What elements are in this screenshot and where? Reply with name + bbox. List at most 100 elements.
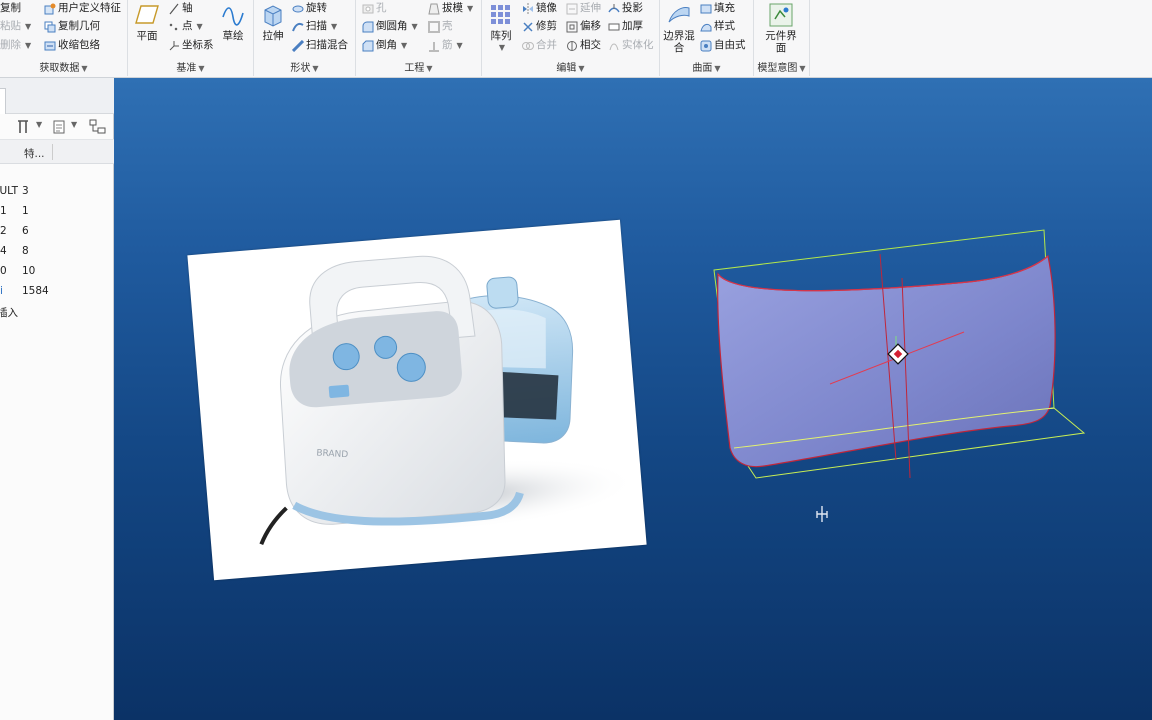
extrude-button[interactable]: 拉伸 xyxy=(256,2,290,42)
solidify-button[interactable]: 实体化 xyxy=(608,37,654,54)
rib-icon xyxy=(428,40,440,52)
group-label-datum[interactable]: 基准 ▼ xyxy=(128,59,253,74)
tree-row[interactable]: 48 xyxy=(0,242,114,262)
delete-label: 删除 xyxy=(0,39,21,51)
revolve-button[interactable]: 旋转 xyxy=(292,0,327,17)
extrude-icon xyxy=(260,2,286,28)
mirror-button[interactable]: 镜像 xyxy=(522,0,557,17)
group-label-engineering[interactable]: 工程 ▼ xyxy=(356,59,481,74)
chamfer-button[interactable]: 倒角 ▼ xyxy=(362,37,407,54)
copy-button[interactable]: 复制 xyxy=(0,0,21,17)
shrinkwrap-button[interactable]: 收缩包络 xyxy=(44,37,100,54)
thicken-label: 加厚 xyxy=(622,20,643,32)
copy-geometry-label: 复制几何 xyxy=(58,20,100,32)
sweep-button[interactable]: 扫描 ▼ xyxy=(292,18,337,35)
tree-row-value: 8 xyxy=(22,245,29,257)
coordinate-system-button[interactable]: 坐标系 xyxy=(168,37,214,54)
tree-row-name: DEFAULT xyxy=(0,185,18,197)
merge-button[interactable]: 合并 xyxy=(522,37,557,54)
plane-button[interactable]: 平面 xyxy=(130,2,164,42)
thicken-button[interactable]: 加厚 xyxy=(608,18,643,35)
surface-body[interactable] xyxy=(717,254,1056,468)
group-label-shapes[interactable]: 形状 ▼ xyxy=(254,59,355,74)
copy-geometry-button[interactable]: 复制几何 xyxy=(44,18,100,35)
brand-text: BRAND xyxy=(316,448,348,460)
trim-button[interactable]: 修剪 xyxy=(522,18,557,35)
chamfer-label: 倒角 xyxy=(376,39,397,51)
style-button[interactable]: 样式 xyxy=(700,18,735,35)
shell-button[interactable]: 壳 xyxy=(428,18,453,35)
tree-filter-icon[interactable] xyxy=(89,119,107,135)
tree-row[interactable]: i 1584 xyxy=(0,282,114,302)
round-button[interactable]: 倒圆角 ▼ xyxy=(362,18,418,35)
draft-label: 拔模 xyxy=(442,2,463,14)
freestyle-button[interactable]: 自由式 xyxy=(700,37,746,54)
trim-label: 修剪 xyxy=(536,20,557,32)
delete-button[interactable]: 删除 ▼ xyxy=(0,37,31,54)
fill-label: 填充 xyxy=(714,2,735,14)
extend-icon xyxy=(566,3,578,15)
chevron-down-icon[interactable]: ▼ xyxy=(71,120,77,129)
model-tree-panel: ▼ ▼ 特... DEFAULT3 11 26 48 010 i1584 插入 xyxy=(0,78,114,720)
offset-icon xyxy=(566,21,578,33)
tree-row[interactable]: 26 xyxy=(0,222,114,242)
copy-label: 复制 xyxy=(0,2,21,14)
chevron-down-icon: ▼ xyxy=(426,64,433,73)
intersect-button[interactable]: 相交 xyxy=(566,37,601,54)
shrinkwrap-label: 收缩包络 xyxy=(58,39,100,51)
draft-button[interactable]: 拔模 ▼ xyxy=(428,0,473,17)
group-label-surfaces[interactable]: 曲面 ▼ xyxy=(660,59,753,74)
hole-button[interactable]: 孔 xyxy=(362,0,387,17)
paste-button[interactable]: 粘贴 ▼ xyxy=(0,18,31,35)
thicken-icon xyxy=(608,21,620,33)
extend-button[interactable]: 延伸 xyxy=(566,0,601,17)
intersect-icon xyxy=(566,40,578,52)
humidifier-product-image: BRAND xyxy=(259,255,638,545)
component-interface-button[interactable]: 元件界面 xyxy=(764,2,798,54)
chevron-down-icon[interactable]: ▼ xyxy=(36,120,42,129)
chevron-down-icon: ▼ xyxy=(498,43,506,52)
point-icon xyxy=(168,21,180,33)
fill-button[interactable]: 填充 xyxy=(700,0,735,17)
hole-icon xyxy=(362,3,374,15)
sketch-button[interactable]: 草绘 xyxy=(216,2,250,42)
point-button[interactable]: 点 ▼ xyxy=(168,18,203,35)
reference-image[interactable]: BRAND xyxy=(187,219,647,581)
tree-row[interactable]: DEFAULT 3 xyxy=(0,182,114,202)
shell-label: 壳 xyxy=(442,20,453,32)
tree-settings-icon[interactable] xyxy=(16,119,30,135)
pattern-button[interactable]: 阵列 ▼ xyxy=(484,2,518,54)
swept-blend-button[interactable]: 扫描混合 xyxy=(291,37,348,54)
tree-row-name: 0 xyxy=(0,265,7,277)
column-header-feature[interactable]: 特... xyxy=(24,146,45,161)
shell-icon xyxy=(428,20,440,33)
tree-row[interactable]: 0 10 xyxy=(0,262,114,282)
intersect-label: 相交 xyxy=(580,39,601,51)
axis-button[interactable]: 轴 xyxy=(168,0,193,17)
graphics-viewport[interactable]: BRAND xyxy=(114,78,1152,720)
user-defined-feature-button[interactable]: 用户定义特征 xyxy=(44,0,121,17)
style-label: 样式 xyxy=(714,20,735,32)
chevron-down-icon: ▼ xyxy=(714,64,721,73)
group-label-text: 编辑 xyxy=(556,63,577,74)
swept-blend-label: 扫描混合 xyxy=(306,39,348,51)
offset-button[interactable]: 偏移 xyxy=(566,18,601,35)
tree-row-value: 1584 xyxy=(22,285,49,297)
surface-model[interactable] xyxy=(704,228,1094,488)
rib-button[interactable]: 筋 ▼ xyxy=(428,37,463,54)
project-button[interactable]: 投影 xyxy=(608,0,643,17)
point-label: 点 xyxy=(182,20,193,32)
model-tree-tab[interactable] xyxy=(0,88,6,114)
group-label-get-data[interactable]: 获取数据 ▼ xyxy=(0,59,127,74)
insert-here-row[interactable]: 插入 xyxy=(0,302,114,322)
chevron-down-icon: ▼ xyxy=(411,22,418,31)
group-label-model-intent[interactable]: 模型意图 ▼ xyxy=(754,59,809,74)
project-label: 投影 xyxy=(622,2,643,14)
boundary-blend-button[interactable]: 边界混合 xyxy=(662,2,696,54)
extrude-label: 拉伸 xyxy=(262,30,284,42)
group-label-editing[interactable]: 编辑 ▼ xyxy=(482,59,659,74)
show-icon[interactable] xyxy=(52,119,66,135)
group-label-text: 模型意图 xyxy=(757,63,798,74)
tree-row[interactable]: 11 xyxy=(0,202,114,222)
group-label-text: 工程 xyxy=(404,63,425,74)
